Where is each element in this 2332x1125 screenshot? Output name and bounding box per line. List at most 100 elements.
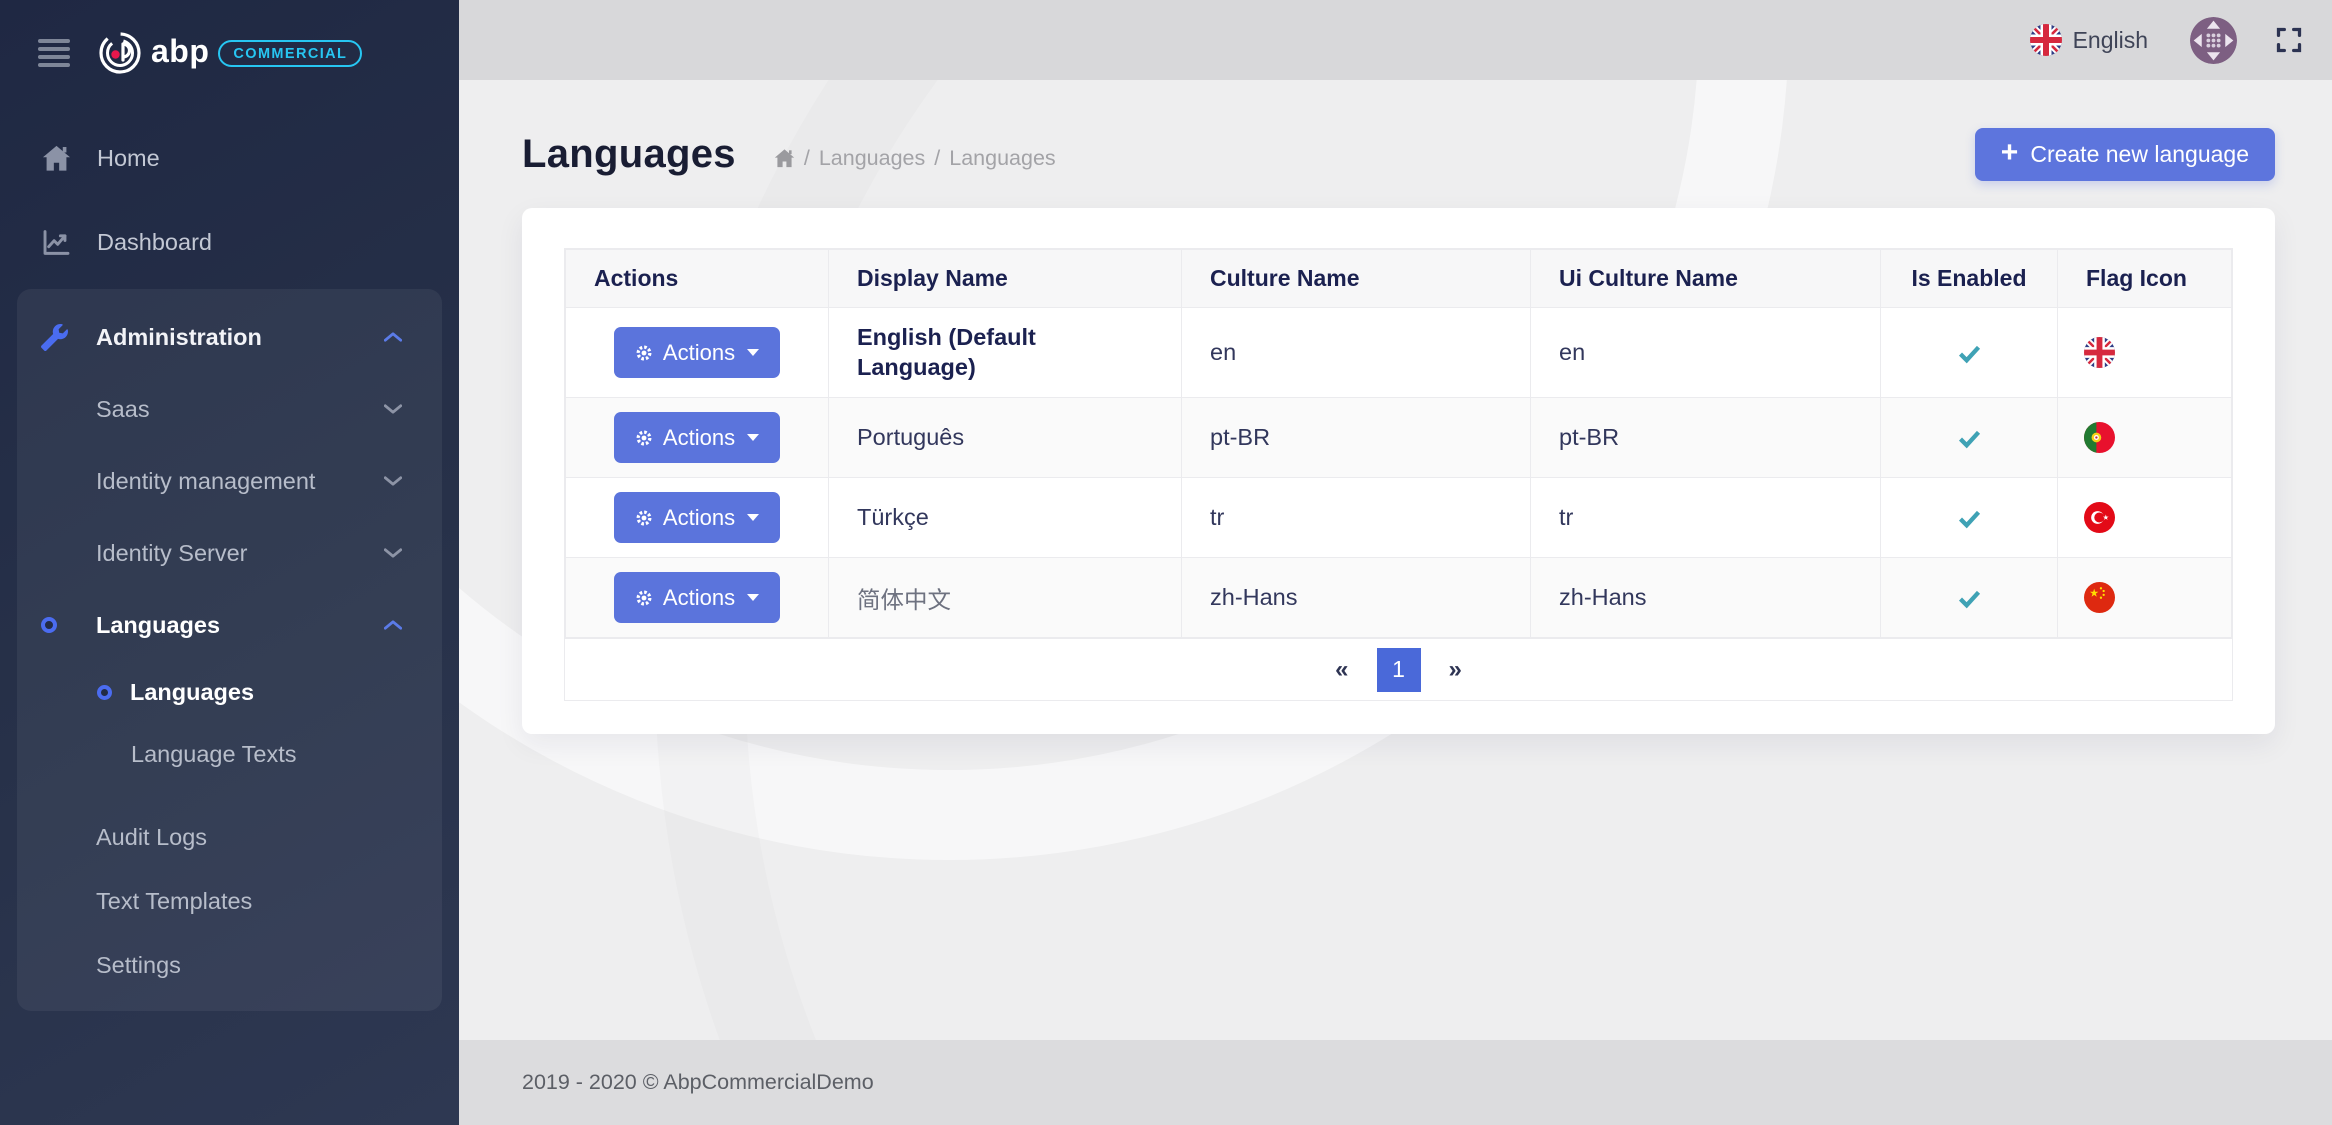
gear-icon (635, 429, 653, 447)
pt-flag-icon (2084, 422, 2115, 453)
column-header-flag-icon: Flag Icon (2058, 250, 2232, 308)
sidebar-item-label: Language Texts (131, 741, 297, 768)
sidebar-item-languages[interactable]: Languages (17, 661, 442, 723)
row-actions-button[interactable]: Actions (614, 572, 780, 623)
breadcrumb-home-icon[interactable] (774, 149, 795, 168)
check-icon (1956, 505, 1983, 532)
cell-is-enabled (1881, 478, 2058, 558)
table-row: Actions English (Default Language) en en (566, 308, 2232, 398)
dashboard-icon (42, 228, 97, 257)
cell-ui-culture-name: en (1531, 308, 1881, 398)
pagination-page-1[interactable]: 1 (1377, 648, 1421, 692)
sidebar-item-label: Identity management (96, 468, 315, 495)
user-avatar[interactable] (2190, 17, 2237, 64)
nav-spacer (17, 785, 442, 805)
sidebar-administration-group: Administration Saas Identity management (17, 289, 442, 1011)
sidebar-item-home[interactable]: Home (0, 120, 459, 196)
column-header-actions: Actions (566, 250, 829, 308)
create-new-language-button[interactable]: + Create new language (1975, 128, 2275, 181)
sidebar-item-label: Audit Logs (96, 824, 207, 851)
column-header-culture-name: Culture Name (1182, 250, 1531, 308)
column-header-is-enabled: Is Enabled (1881, 250, 2058, 308)
gear-icon (635, 589, 653, 607)
cell-culture-name: pt-BR (1182, 398, 1531, 478)
gear-icon (635, 344, 653, 362)
languages-table: Actions Display Name Culture Name Ui Cul… (565, 249, 2232, 638)
abp-logo-icon (98, 31, 142, 75)
sidebar-item-languages-parent[interactable]: Languages (17, 589, 442, 661)
sidebar-item-label: Home (97, 145, 160, 172)
cell-flag (2058, 308, 2232, 398)
brand-logo[interactable]: abp COMMERCIAL (98, 31, 362, 75)
sidebar-item-label: Text Templates (96, 888, 252, 915)
caret-down-icon (747, 434, 759, 441)
row-actions-button[interactable]: Actions (614, 412, 780, 463)
table-row: Actions 简体中文 zh-Hans zh-Hans (566, 558, 2232, 638)
sidebar-item-text-templates[interactable]: Text Templates (17, 869, 442, 933)
pagination-next-button[interactable]: » (1435, 656, 1476, 684)
cell-flag (2058, 558, 2232, 638)
chevron-up-icon (384, 620, 402, 631)
cell-is-enabled (1881, 558, 2058, 638)
cell-is-enabled (1881, 308, 2058, 398)
sidebar-item-audit-logs[interactable]: Audit Logs (17, 805, 442, 869)
cell-ui-culture-name: zh-Hans (1531, 558, 1881, 638)
sidebar-item-label: Languages (130, 679, 254, 706)
table-row: Actions Türkçe tr tr (566, 478, 2232, 558)
chevron-up-icon (384, 332, 402, 343)
sidebar-item-identity-management[interactable]: Identity management (17, 445, 442, 517)
row-actions-button[interactable]: Actions (614, 492, 780, 543)
sidebar-nav: Home Dashboard Administration (0, 106, 459, 1011)
sidebar-item-identity-server[interactable]: Identity Server (17, 517, 442, 589)
cn-flag-icon (2084, 582, 2115, 613)
plus-icon: + (2001, 153, 2019, 157)
check-icon (1956, 425, 1983, 452)
topbar: English (459, 0, 2332, 80)
fullscreen-icon[interactable] (2275, 26, 2303, 54)
page-header: Languages / Languages / Languages + Crea… (522, 128, 2275, 181)
page-title: Languages (522, 132, 736, 177)
check-icon (1956, 585, 1983, 612)
cell-display-name: 简体中文 (829, 558, 1182, 638)
breadcrumb-separator: / (804, 146, 810, 171)
breadcrumb: / Languages / Languages (774, 146, 1056, 171)
sidebar-item-label: Dashboard (97, 229, 212, 256)
copyright-text: 2019 - 2020 © AbpCommercialDemo (522, 1070, 874, 1095)
check-icon (1956, 340, 1983, 367)
table-row: Actions Português pt-BR pt-BR (566, 398, 2232, 478)
sidebar-item-label: Languages (96, 612, 220, 639)
content-area: Languages / Languages / Languages + Crea… (459, 80, 2332, 1040)
column-header-display-name: Display Name (829, 250, 1182, 308)
breadcrumb-separator: / (934, 146, 940, 171)
sidebar-item-dashboard[interactable]: Dashboard (0, 204, 459, 280)
sidebar-item-language-texts[interactable]: Language Texts (17, 723, 442, 785)
pagination-prev-button[interactable]: « (1321, 656, 1362, 684)
cell-ui-culture-name: tr (1531, 478, 1881, 558)
breadcrumb-item[interactable]: Languages (949, 146, 1055, 171)
gear-icon (635, 509, 653, 527)
caret-down-icon (747, 594, 759, 601)
avatar-image (2190, 17, 2237, 64)
language-switcher[interactable]: English (2030, 24, 2148, 56)
cell-flag (2058, 398, 2232, 478)
cell-culture-name: tr (1182, 478, 1531, 558)
cell-display-name: English (Default Language) (829, 308, 1182, 398)
breadcrumb-item[interactable]: Languages (819, 146, 925, 171)
sidebar-item-saas[interactable]: Saas (17, 373, 442, 445)
sidebar-item-label: Identity Server (96, 540, 248, 567)
chevron-down-icon (384, 404, 402, 415)
sidebar-item-administration[interactable]: Administration (17, 301, 442, 373)
cell-display-name: Português (829, 398, 1182, 478)
brand-text: abp (151, 35, 209, 71)
chevron-down-icon (384, 548, 402, 559)
table-wrapper: Actions Display Name Culture Name Ui Cul… (564, 248, 2233, 701)
wrench-icon (41, 324, 96, 351)
caret-down-icon (747, 514, 759, 521)
gb-flag-icon (2084, 337, 2115, 368)
table-header-row: Actions Display Name Culture Name Ui Cul… (566, 250, 2232, 308)
dot-circle-icon (97, 685, 112, 700)
row-actions-button[interactable]: Actions (614, 327, 780, 378)
home-icon (42, 145, 97, 172)
sidebar-item-settings[interactable]: Settings (17, 933, 442, 997)
menu-toggle-icon[interactable] (38, 39, 70, 67)
